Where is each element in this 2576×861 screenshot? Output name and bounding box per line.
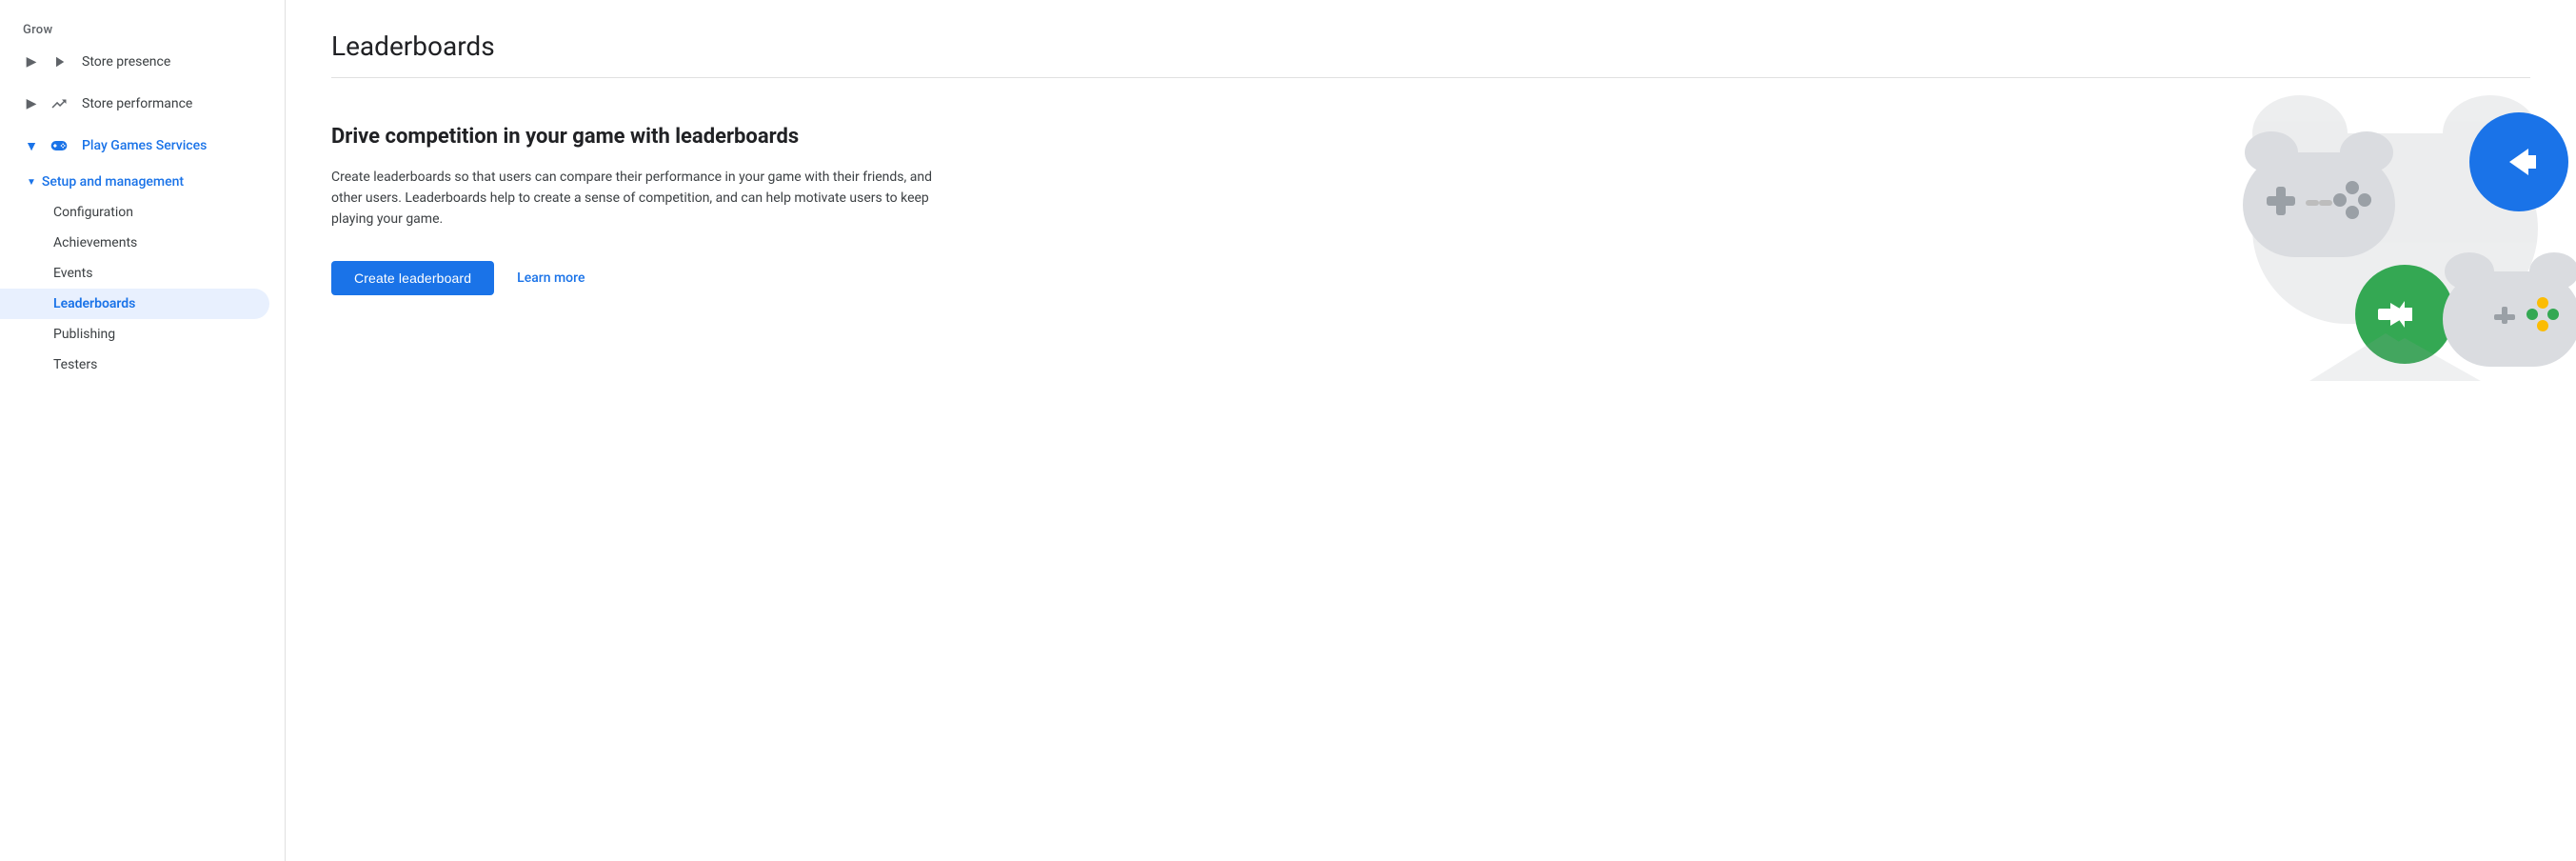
sidebar-label-publishing: Publishing xyxy=(53,327,115,342)
sidebar-label-testers: Testers xyxy=(53,357,97,372)
learn-more-link[interactable]: Learn more xyxy=(517,270,585,286)
chevron-down-icon-setup: ▼ xyxy=(27,177,36,188)
sidebar-item-store-performance[interactable]: ▶ Store performance xyxy=(0,83,269,125)
sidebar-item-publishing[interactable]: Publishing xyxy=(0,319,269,350)
sidebar-label-achievements: Achievements xyxy=(53,235,137,250)
sidebar-section-grow: Grow xyxy=(0,15,285,41)
sidebar-item-leaderboards[interactable]: Leaderboards xyxy=(0,289,269,319)
content-description: Create leaderboards so that users can co… xyxy=(331,167,941,230)
sidebar-label-events: Events xyxy=(53,266,92,281)
chevron-down-icon-pgs: ▼ xyxy=(23,137,40,154)
sidebar-item-events[interactable]: Events xyxy=(0,258,269,289)
chevron-right-icon-perf: ▶ xyxy=(23,95,40,112)
sidebar-item-store-presence[interactable]: ▶ Store presence xyxy=(0,41,269,83)
chevron-right-icon: ▶ xyxy=(23,53,40,70)
sidebar-label-configuration: Configuration xyxy=(53,205,133,220)
illustration xyxy=(2195,57,2576,419)
sidebar-item-achievements[interactable]: Achievements xyxy=(0,228,269,258)
content-body: Drive competition in your game with lead… xyxy=(331,124,1017,295)
sidebar-label-leaderboards: Leaderboards xyxy=(53,296,135,311)
action-row: Create leaderboard Learn more xyxy=(331,261,1017,295)
sidebar-label-store-presence: Store presence xyxy=(82,54,170,70)
sidebar-item-play-games-services[interactable]: ▼ Play Games Services xyxy=(0,125,269,167)
content-heading: Drive competition in your game with lead… xyxy=(331,124,1017,151)
create-leaderboard-button[interactable]: Create leaderboard xyxy=(331,261,494,295)
sidebar: Grow ▶ Store presence ▶ Store performanc… xyxy=(0,0,286,861)
gamepad-icon xyxy=(48,134,70,157)
sidebar-label-play-games-services: Play Games Services xyxy=(82,138,207,153)
sidebar-item-setup-management[interactable]: ▼ Setup and management xyxy=(0,167,269,197)
main-content: Leaderboards Drive competition in your g… xyxy=(286,0,2576,861)
trending-icon xyxy=(48,92,70,115)
sidebar-item-testers[interactable]: Testers xyxy=(0,350,269,380)
sidebar-label-setup-management: Setup and management xyxy=(42,174,184,190)
sidebar-item-configuration[interactable]: Configuration xyxy=(0,197,269,228)
sidebar-label-store-performance: Store performance xyxy=(82,96,192,111)
play-icon xyxy=(48,50,70,73)
